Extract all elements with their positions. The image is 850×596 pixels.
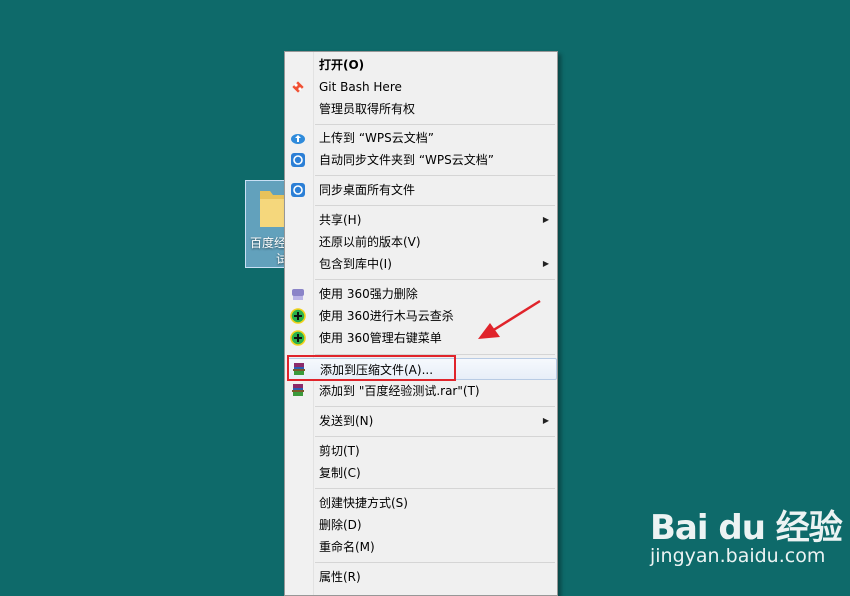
menu-item-open[interactable]: 打开(O) bbox=[287, 54, 557, 76]
menu-item-git-bash[interactable]: Git Bash Here bbox=[287, 76, 557, 98]
menu-item-properties[interactable]: 属性(R) bbox=[287, 566, 557, 588]
baidu-watermark: Bai du 经验 jingyan.baidu.com bbox=[650, 500, 843, 567]
sync-icon bbox=[291, 153, 305, 167]
annotation-arrow-icon bbox=[478, 299, 541, 339]
submenu-arrow-icon: ▶ bbox=[542, 259, 549, 268]
watermark-logo: Bai du 经验 bbox=[650, 508, 843, 548]
menu-item-create-shortcut[interactable]: 创建快捷方式(S) bbox=[287, 492, 557, 514]
menu-separator bbox=[315, 562, 555, 563]
menu-item-restore-versions[interactable]: 还原以前的版本(V) bbox=[287, 231, 557, 253]
sync-icon bbox=[291, 183, 305, 197]
folder-icon bbox=[260, 191, 286, 227]
cloud-upload-icon bbox=[291, 134, 305, 144]
menu-item-send-to[interactable]: 发送到(N) ▶ bbox=[287, 410, 557, 432]
menu-separator bbox=[315, 124, 555, 125]
git-icon bbox=[292, 81, 304, 93]
360-icon bbox=[290, 330, 306, 346]
menu-separator bbox=[315, 436, 555, 437]
menu-separator bbox=[315, 488, 555, 489]
winrar-icon bbox=[292, 384, 304, 396]
menu-item-add-rar[interactable]: 添加到 "百度经验测试.rar"(T) bbox=[287, 380, 557, 402]
menu-item-copy[interactable]: 复制(C) bbox=[287, 462, 557, 484]
menu-separator bbox=[315, 175, 555, 176]
360-icon bbox=[290, 308, 306, 324]
watermark-url: jingyan.baidu.com bbox=[650, 545, 826, 567]
shredder-icon bbox=[292, 289, 304, 300]
desktop-folder-icon[interactable]: 百度经 试 bbox=[245, 180, 288, 268]
annotation-highlight-box bbox=[287, 355, 456, 381]
menu-separator bbox=[315, 205, 555, 206]
menu-item-take-ownership[interactable]: 管理员取得所有权 bbox=[287, 98, 557, 120]
menu-item-upload-wps[interactable]: 上传到 “WPS云文档” bbox=[287, 127, 557, 149]
menu-item-sync-desktop[interactable]: 同步桌面所有文件 bbox=[287, 179, 557, 201]
menu-item-share[interactable]: 共享(H) ▶ bbox=[287, 209, 557, 231]
menu-item-cut[interactable]: 剪切(T) bbox=[287, 440, 557, 462]
menu-item-include-library[interactable]: 包含到库中(I) ▶ bbox=[287, 253, 557, 275]
menu-separator bbox=[315, 406, 555, 407]
menu-item-auto-sync-wps[interactable]: 自动同步文件夹到 “WPS云文档” bbox=[287, 149, 557, 171]
menu-item-rename[interactable]: 重命名(M) bbox=[287, 536, 557, 558]
menu-item-delete[interactable]: 删除(D) bbox=[287, 514, 557, 536]
submenu-arrow-icon: ▶ bbox=[542, 215, 549, 224]
menu-separator bbox=[315, 279, 555, 280]
submenu-arrow-icon: ▶ bbox=[542, 416, 549, 425]
